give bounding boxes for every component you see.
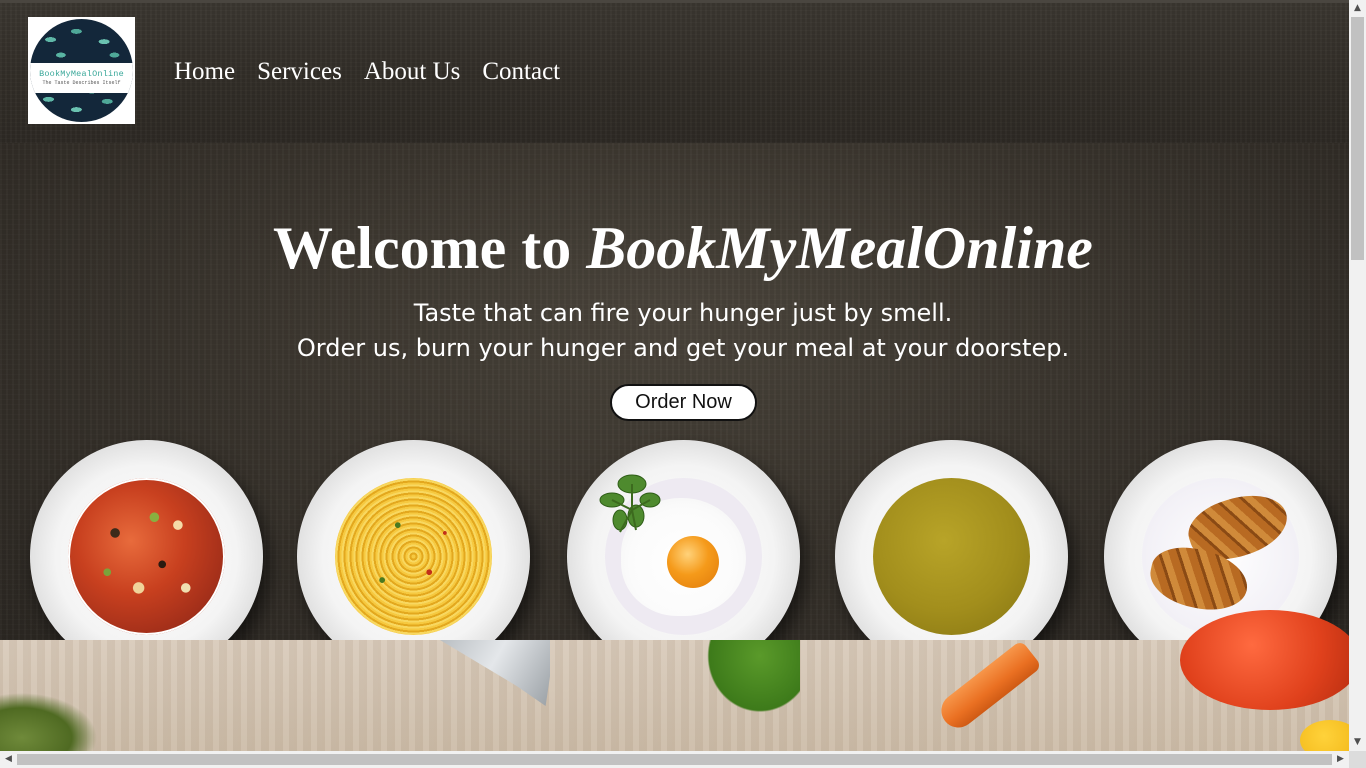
spaghetti-plate-icon: [335, 478, 492, 635]
dish-plate-lentil-soup[interactable]: [835, 440, 1068, 673]
page-viewport: BookMyMealOnline The Taste Describes Its…: [0, 0, 1349, 751]
horizontal-scrollbar-thumb[interactable]: [17, 754, 1332, 765]
logo-tagline: The Taste Describes Itself: [42, 80, 121, 86]
hero-title-brand: BookMyMealOnline: [586, 215, 1093, 281]
nav-contact-link[interactable]: Contact: [482, 57, 560, 87]
nav-services-link[interactable]: Services: [257, 57, 342, 87]
scroll-right-arrow-icon[interactable]: ▶: [1332, 751, 1349, 768]
nav-about-us-link[interactable]: About Us: [364, 57, 461, 87]
scroll-up-arrow-icon[interactable]: ▲: [1349, 0, 1366, 17]
lentil-soup-plate-icon: [873, 478, 1030, 635]
order-now-button[interactable]: Order Now: [610, 384, 757, 421]
dish-plate-spaghetti[interactable]: [297, 440, 530, 673]
dish-plate-egg[interactable]: [567, 440, 800, 673]
scroll-left-arrow-icon[interactable]: ◀: [0, 751, 17, 768]
knife-decoration: [440, 640, 550, 706]
scroll-down-arrow-icon[interactable]: ▼: [1349, 734, 1366, 751]
tomato-decoration: [1180, 610, 1349, 710]
hero-title: Welcome to BookMyMealOnline: [0, 213, 1349, 283]
parsley-leaf-decoration: [700, 640, 800, 720]
carrot-decoration: [934, 639, 1043, 735]
horizontal-scrollbar[interactable]: ◀ ▶: [0, 751, 1349, 768]
main-nav: Home Services About Us Contact: [174, 57, 560, 87]
nav-home-link[interactable]: Home: [174, 57, 235, 87]
hero-tagline-line2: Order us, burn your hunger and get your …: [296, 334, 1070, 362]
vegetable-soup-plate-icon: [68, 478, 225, 635]
yellow-pepper-decoration: [1300, 720, 1349, 751]
vertical-scrollbar[interactable]: ▲ ▼: [1349, 0, 1366, 751]
logo-name: BookMyMealOnline: [39, 69, 124, 79]
ingredients-background: [0, 610, 1349, 751]
egg-yolk: [667, 536, 719, 588]
vertical-scrollbar-thumb[interactable]: [1351, 17, 1364, 260]
dish-plate-soup[interactable]: [30, 440, 263, 673]
logo-band: BookMyMealOnline The Taste Describes Its…: [30, 63, 133, 93]
site-logo[interactable]: BookMyMealOnline The Taste Describes Its…: [28, 17, 135, 124]
hero-tagline-line1: Taste that can fire your hunger just by …: [413, 299, 953, 327]
leaf-pattern-logo-icon: BookMyMealOnline The Taste Describes Its…: [30, 19, 133, 122]
scrollbar-corner: [1349, 751, 1366, 768]
parsley-garnish-icon: [599, 474, 661, 533]
herb-stem-decoration: [0, 685, 110, 751]
hero-title-prefix: Welcome to: [273, 215, 587, 281]
